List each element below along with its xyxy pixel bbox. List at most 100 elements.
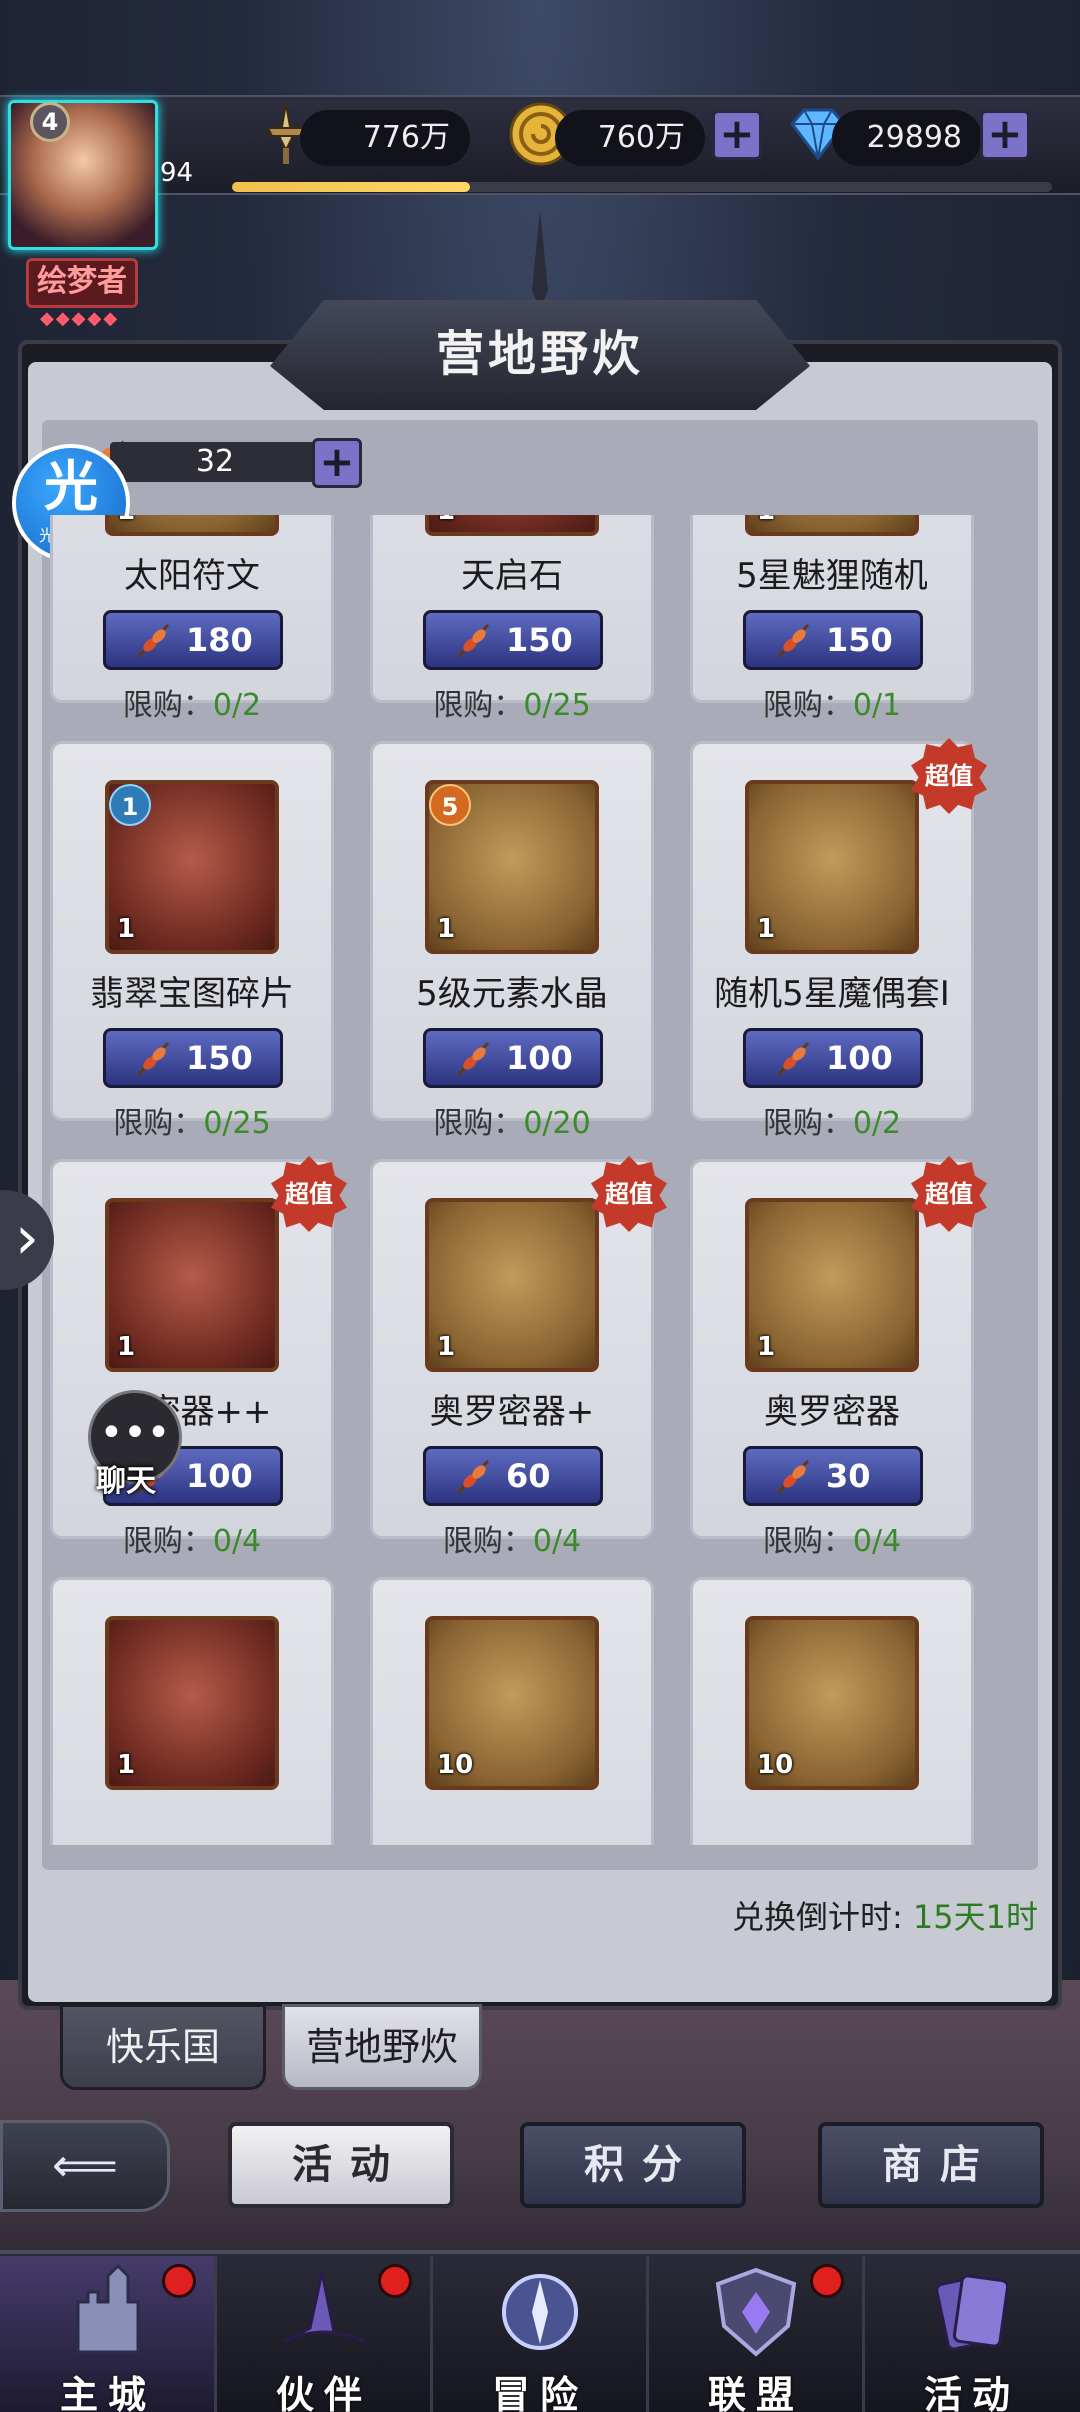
super-value-badge: 超值 — [911, 1156, 987, 1232]
shop-item-card[interactable]: 10 — [370, 1577, 654, 1845]
nav-divider — [214, 2256, 217, 2412]
bottom-nav-label: 伙伴 — [275, 2373, 372, 2412]
item-thumbnail: 1 — [105, 1616, 279, 1790]
skewer-token-icon — [456, 1459, 490, 1495]
countdown-label: 兑换倒计时: — [731, 1898, 903, 1936]
item-name: 奥罗密器+ — [429, 1392, 595, 1432]
panel-title: 营地野炊 — [270, 300, 810, 410]
item-price-button[interactable]: 30 — [743, 1446, 923, 1506]
tab-happy-land[interactable]: 快乐国 — [60, 2004, 266, 2090]
cards-icon — [935, 2274, 1010, 2351]
purchase-limit: 限购：0/4 — [53, 1516, 331, 1560]
shop-item-card[interactable]: 1 — [50, 1577, 334, 1845]
points-button[interactable]: 积分 — [520, 2122, 746, 2208]
castle-icon — [76, 2263, 140, 2354]
shop-item-card[interactable]: 1 5星魅狸随机 150 限购：0/1 — [690, 515, 974, 723]
item-thumbnail: 1 — [425, 1198, 599, 1372]
limit-value: 0/25 — [203, 1106, 271, 1141]
item-quantity: 1 — [117, 515, 135, 526]
experience-bar — [232, 182, 1052, 192]
limit-value: 0/25 — [523, 688, 591, 723]
item-thumbnail: 1 — [745, 780, 919, 954]
back-arrow-button[interactable]: ⟸ — [0, 2120, 170, 2212]
countdown-value: 15天1时 — [912, 1898, 1038, 1936]
item-thumbnail: 15 — [425, 780, 599, 954]
purchase-limit: 限购：0/25 — [53, 1098, 331, 1142]
limit-value: 0/1 — [852, 688, 902, 723]
limit-label: 限购： — [762, 1106, 853, 1141]
item-price-button[interactable]: 100 — [423, 1028, 603, 1088]
gold-value: 760万 — [555, 110, 705, 166]
shop-item-card[interactable]: 1 1 翡翠宝图碎片 150 限购：0/25 — [50, 741, 334, 1141]
item-name: 天启石 — [461, 556, 563, 596]
skewer-token-icon — [776, 623, 810, 659]
nav-divider — [646, 2256, 649, 2412]
shop-button[interactable]: 商店 — [818, 2122, 1044, 2208]
item-price-button[interactable]: 150 — [423, 610, 603, 670]
bottom-nav-item[interactable]: 主城 — [0, 2256, 216, 2412]
item-thumbnail: 1 — [105, 515, 279, 536]
skewer-token-icon — [776, 1459, 810, 1495]
item-price-button[interactable]: 100 — [743, 1028, 923, 1088]
item-price-button[interactable]: 60 — [423, 1446, 603, 1506]
limit-value: 0/20 — [523, 1106, 591, 1141]
skewer-token-icon — [136, 1041, 170, 1077]
add-token-button[interactable]: + — [312, 438, 362, 488]
item-price: 100 — [826, 1039, 893, 1077]
purchase-limit: 限购：0/2 — [693, 1098, 971, 1142]
item-name: 翡翠宝图碎片 — [90, 974, 294, 1014]
item-thumbnail: 1 — [745, 1198, 919, 1372]
activity-button[interactable]: 活动 — [228, 2122, 454, 2208]
add-gold-button[interactable]: + — [712, 110, 762, 160]
purchase-limit: 限购：0/2 — [53, 680, 331, 724]
limit-label: 限购： — [433, 1106, 524, 1141]
player-level-badge: 4 — [30, 102, 70, 142]
limit-value: 0/2 — [212, 688, 262, 723]
diamond-value: 29898 — [832, 110, 982, 166]
bottom-nav-item[interactable]: 伙伴 — [216, 2256, 432, 2412]
shop-item-card[interactable]: 1 5 5级元素水晶 100 限购：0/20 — [370, 741, 654, 1141]
purchase-limit: 限购：0/20 — [373, 1098, 651, 1142]
item-quantity: 1 — [437, 914, 456, 944]
item-name: 随机5星魔偶套I — [714, 974, 950, 1014]
notification-dot — [162, 2264, 196, 2298]
limit-label: 限购： — [762, 1524, 853, 1559]
limit-label: 限购： — [762, 688, 853, 723]
purchase-limit: 限购：0/25 — [373, 680, 651, 724]
bottom-nav-item[interactable]: 联盟 — [648, 2256, 864, 2412]
purchase-limit: 限购：0/4 — [373, 1516, 651, 1560]
item-price: 100 — [506, 1039, 573, 1077]
shop-item-card[interactable]: 1 超值 随机5星魔偶套I 100 限购：0/2 — [690, 738, 987, 1141]
item-price-button[interactable]: 150 — [743, 610, 923, 670]
item-thumbnail: 1 — [745, 515, 919, 536]
item-name: 5星魅狸随机 — [736, 556, 928, 596]
item-quantity: 1 — [117, 1750, 136, 1780]
purchase-limit: 限购：0/1 — [693, 680, 971, 724]
bottom-nav-label: 主城 — [59, 2373, 156, 2412]
bottom-nav-item[interactable]: 冒险 — [432, 2256, 648, 2412]
item-name: 奥罗密器 — [764, 1392, 900, 1432]
shop-item-card[interactable]: 1 超值 奥罗密器 30 限购：0/4 — [690, 1156, 987, 1559]
shop-item-card[interactable]: 1 太阳符文 180 限购：0/2 — [50, 515, 334, 723]
tab-camp-cooking[interactable]: 营地野炊 — [282, 2004, 482, 2090]
token-count: 32 — [110, 442, 320, 482]
add-diamond-button[interactable]: + — [980, 110, 1030, 160]
skewer-token-icon — [456, 623, 490, 659]
item-price-button[interactable]: 150 — [103, 1028, 283, 1088]
item-price-button[interactable]: 180 — [103, 610, 283, 670]
item-price: 30 — [826, 1457, 871, 1495]
limit-value: 0/4 — [212, 1524, 262, 1559]
shop-item-card[interactable]: 1 天启石 150 限购：0/25 — [370, 515, 654, 723]
item-quantity: 1 — [757, 914, 776, 944]
item-name: 5级元素水晶 — [416, 974, 608, 1014]
assistant-glyph: 光 — [44, 455, 98, 518]
super-value-badge: 超值 — [271, 1156, 347, 1232]
limit-value: 0/2 — [852, 1106, 902, 1141]
item-name: 太阳符文 — [124, 556, 260, 596]
item-price: 60 — [506, 1457, 551, 1495]
shop-item-card[interactable]: 10 — [690, 1577, 974, 1845]
shop-item-card[interactable]: 1 超值 罗密器++ 100 限购：0/4 — [50, 1156, 347, 1559]
bottom-nav-item[interactable]: 活动 — [864, 2256, 1080, 2412]
chat-label[interactable]: 聊天 — [96, 1456, 156, 1500]
shop-item-card[interactable]: 1 超值 奥罗密器+ 60 限购：0/4 — [370, 1156, 667, 1559]
